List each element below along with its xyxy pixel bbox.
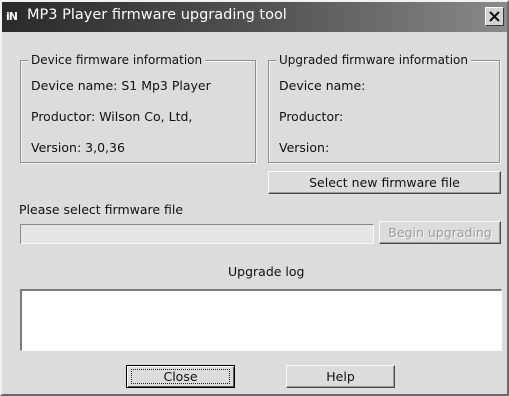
firmware-tool-window: iN MP3 Player firmware upgrading tool De… xyxy=(0,0,509,396)
close-button[interactable]: Close xyxy=(126,365,235,388)
upgraded-device-name: Device name: xyxy=(279,78,366,93)
window-title: MP3 Player firmware upgrading tool xyxy=(27,7,287,23)
select-firmware-file-label: Select new firmware file xyxy=(309,175,460,190)
upgrade-log-area[interactable] xyxy=(20,289,502,351)
help-button[interactable]: Help xyxy=(286,365,395,388)
file-prompt-label: Please select firmware file xyxy=(19,202,184,217)
upgraded-version: Version: xyxy=(279,140,330,155)
begin-upgrading-button[interactable]: Begin upgrading xyxy=(379,221,501,244)
app-icon: iN xyxy=(6,10,18,23)
upgraded-firmware-legend: Upgraded firmware information xyxy=(276,53,471,68)
help-button-label: Help xyxy=(326,369,355,384)
version-value: Version: 3,0,36 xyxy=(31,140,125,155)
begin-upgrading-label: Begin upgrading xyxy=(388,225,492,240)
title-bar[interactable]: iN MP3 Player firmware upgrading tool xyxy=(2,2,507,32)
select-firmware-file-button[interactable]: Select new firmware file xyxy=(268,171,501,194)
device-name-value: Device name: S1 Mp3 Player xyxy=(31,78,211,93)
close-icon[interactable] xyxy=(485,7,504,26)
device-firmware-group: Device firmware information Device name:… xyxy=(20,53,256,163)
upgrade-log-label: Upgrade log xyxy=(228,264,305,279)
device-firmware-legend: Device firmware information xyxy=(28,53,206,68)
close-button-label: Close xyxy=(163,369,198,384)
firmware-path-input[interactable] xyxy=(20,224,374,244)
upgraded-firmware-group: Upgraded firmware information Device nam… xyxy=(268,53,500,163)
upgraded-productor: Productor: xyxy=(279,109,344,124)
productor-value: Productor: Wilson Co, Ltd, xyxy=(31,109,193,124)
